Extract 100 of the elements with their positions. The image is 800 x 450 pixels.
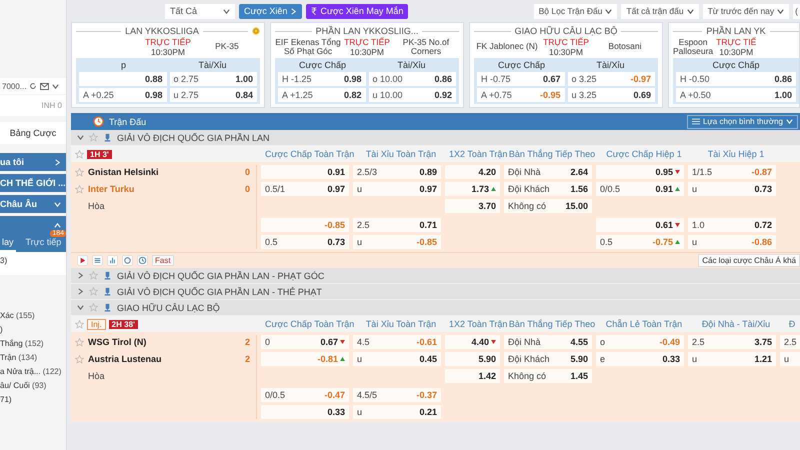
odds-cell[interactable]: Không có 15.00 (504, 199, 592, 213)
refresh-icon[interactable] (29, 82, 38, 90)
lucky-parlay-button[interactable]: Cược Xiên May Mắn (306, 4, 408, 18)
odds-cell[interactable]: u (780, 352, 800, 366)
odds-cell[interactable]: 4.20 (445, 165, 500, 179)
sidebar-tab[interactable]: Trực tiếp (24, 234, 64, 252)
odds-cell[interactable]: 0/0.5 -0.47 (261, 388, 349, 402)
league-row[interactable]: GIẢI VÔ ĐỊCH QUỐC GIA PHẦN LAN - PHẠT GÓC (71, 268, 800, 284)
odds-cell[interactable]: 0/0.5 0.91 (596, 182, 684, 196)
odds-cell[interactable]: Đội Khách 1.56 (504, 182, 592, 196)
filter-dropdown[interactable]: ( (793, 4, 800, 18)
parlay-button[interactable]: Cược Xiên (239, 4, 302, 18)
odds-cell[interactable]: o 10.00 0.86 (368, 72, 456, 86)
odds-cell[interactable]: 5.90 (445, 352, 500, 366)
odds-cell[interactable]: 0 0.67 (261, 335, 349, 349)
odds-cell[interactable]: Đội Nhà 2.64 (504, 165, 592, 179)
odds-cell[interactable]: 3.70 (445, 199, 500, 213)
odds-cell[interactable]: Đội Nhà 4.55 (504, 335, 592, 349)
odds-cell[interactable]: 4.40 (445, 335, 500, 349)
sidebar-item[interactable]: Thắng (152) (0, 339, 66, 348)
odds-cell[interactable]: o 3.25 -0.97 (568, 72, 655, 86)
odds-cell[interactable]: u 0.73 (688, 182, 776, 196)
odds-cell[interactable]: A +0.75 -0.95 (477, 88, 564, 102)
odds-cell[interactable]: u 0.45 (353, 352, 441, 366)
bar-chart-icon[interactable] (107, 255, 118, 266)
odds-cell[interactable]: o 2.75 1.00 (170, 72, 257, 86)
play-icon[interactable] (77, 255, 88, 266)
star-icon[interactable] (75, 184, 84, 194)
odds-cell[interactable]: e 0.33 (596, 352, 684, 366)
odds-cell[interactable]: 0.91 (261, 165, 349, 179)
star-icon[interactable] (89, 287, 98, 296)
history-icon[interactable] (137, 255, 148, 266)
bet-slip-button[interactable]: Bảng Cược (0, 122, 66, 144)
odds-cell[interactable]: 4.5/5 -0.37 (353, 388, 441, 402)
match-card[interactable]: PHẦN LAN YK Espoon Palloseura TRỰC TIẾ 10:30PM Cược Chấp H -0.50 0.86 A +0.50 1.00 (668, 22, 800, 108)
match-card[interactable]: PHẦN LAN YKKOSLIIG... EIF Ekenas Tổng Số Phạt Góc TRỰC TIẾP 10:30PM PK-35 No.of Corners Cược Chấp Tài/Xỉu H -1.25 0.98 o 10.00 0.86 A +1.25 0.82 u 10.00 0.92 (270, 22, 464, 108)
star-icon[interactable] (75, 338, 84, 346)
sidebar-item[interactable]: Xác (155) (0, 311, 66, 320)
mail-icon[interactable] (40, 82, 50, 90)
league-row[interactable]: GIẢI VÔ ĐỊCH QUỐC GIA PHẦN LAN - THẺ PHẠT (71, 284, 800, 300)
view-dropdown[interactable]: Lựa chọn bình thường (686, 114, 798, 128)
star-icon[interactable] (75, 168, 84, 176)
odds-cell[interactable]: A +0.25 0.98 (79, 88, 166, 102)
odds-cell[interactable]: u -0.85 (353, 235, 441, 249)
odds-cell[interactable]: u 10.00 0.92 (368, 88, 456, 102)
league-row[interactable]: GIAO HỮU CÂU LẠC BỘ (71, 300, 800, 316)
odds-cell[interactable]: 2.5/3 0.89 (353, 165, 441, 179)
star-icon[interactable] (75, 320, 84, 328)
odds-cell[interactable]: 2.5 (780, 335, 800, 349)
odds-cell[interactable]: H -0.50 0.86 (676, 72, 796, 86)
odds-cell[interactable]: H -0.75 0.67 (477, 72, 564, 86)
odds-cell[interactable]: 1.42 (445, 369, 500, 383)
sidebar-menu[interactable]: CH THẾ GIỚI ... (0, 174, 66, 192)
star-icon[interactable] (89, 133, 98, 142)
list-icon[interactable] (92, 255, 103, 266)
odds-cell[interactable]: 2.5 3.75 (688, 335, 776, 349)
sidebar-item[interactable]: ) (0, 325, 66, 334)
odds-cell[interactable]: Không có 1.45 (504, 369, 592, 383)
odds-cell[interactable]: u -0.86 (688, 235, 776, 249)
odds-cell[interactable]: 2.5 0.71 (353, 218, 441, 232)
odds-cell[interactable]: H -1.25 0.98 (278, 72, 366, 86)
more-bets-button[interactable]: Các loại cược Châu Á khá (698, 254, 800, 267)
sidebar-item[interactable]: 71) (0, 395, 66, 404)
sidebar-menu[interactable]: ua tôi (0, 153, 66, 171)
odds-cell[interactable]: o -0.49 (596, 335, 684, 349)
odds-cell[interactable]: 0.5 0.73 (261, 235, 349, 249)
match-card[interactable]: LAN YKKOSLIIGA TRỰC TIẾP 10:30PM PK-35 p Tài/Xỉu 0.88 o 2.75 1.00 A +0.25 0.98 u 2.75 0.84 (71, 22, 265, 108)
odds-cell[interactable]: 1.73 (445, 182, 500, 196)
odds-cell[interactable]: 4.5 -0.61 (353, 335, 441, 349)
sidebar-item[interactable]: Trận (134) (0, 353, 66, 362)
sidebar-item[interactable]: âu/ Cuối (93) (0, 381, 66, 390)
fast-button[interactable]: Fast (152, 255, 174, 266)
filter-dropdown[interactable]: Bộ Lọc Trận Đấu (534, 4, 618, 18)
odds-cell[interactable]: 0.5/1 0.97 (261, 182, 349, 196)
odds-cell[interactable]: 1/1.5 -0.87 (688, 165, 776, 179)
odds-cell[interactable]: 0.61 (596, 218, 684, 232)
odds-cell[interactable]: u 2.75 0.84 (170, 88, 257, 102)
odds-cell[interactable]: 0.5 -0.75 (596, 235, 684, 249)
odds-cell[interactable]: u 3.25 0.69 (568, 88, 655, 102)
sidebar-menu[interactable] (0, 216, 66, 234)
odds-cell[interactable]: u 0.97 (353, 182, 441, 196)
star-icon[interactable] (75, 150, 84, 158)
odds-cell[interactable]: A +1.25 0.82 (278, 88, 366, 102)
filter-dropdown[interactable]: Tất Cả (165, 4, 235, 18)
sidebar-item[interactable]: a Nửa trậ... (122) (0, 367, 66, 376)
league-row[interactable]: GIẢI VÔ ĐỊCH QUỐC GIA PHẦN LAN (71, 130, 800, 146)
odds-cell[interactable]: A +0.50 1.00 (676, 88, 796, 102)
odds-cell[interactable]: u 0.21 (353, 405, 441, 419)
star-icon[interactable] (75, 354, 84, 364)
star-icon[interactable] (89, 271, 98, 280)
odds-cell[interactable]: Đội Khách 5.90 (504, 352, 592, 366)
odds-cell[interactable]: 0.95 (596, 165, 684, 179)
odds-cell[interactable]: u 1.21 (688, 352, 776, 366)
odds-cell[interactable]: 1.0 0.72 (688, 218, 776, 232)
sidebar-menu[interactable]: Châu Âu (0, 195, 66, 213)
filter-dropdown[interactable]: Tất cả trận đấu (621, 4, 699, 18)
odds-cell[interactable]: 0.33 (261, 405, 349, 419)
odds-cell[interactable]: 0.88 (79, 72, 166, 86)
filter-dropdown[interactable]: Từ trước đến nay (702, 4, 790, 18)
star-icon[interactable] (89, 303, 98, 312)
